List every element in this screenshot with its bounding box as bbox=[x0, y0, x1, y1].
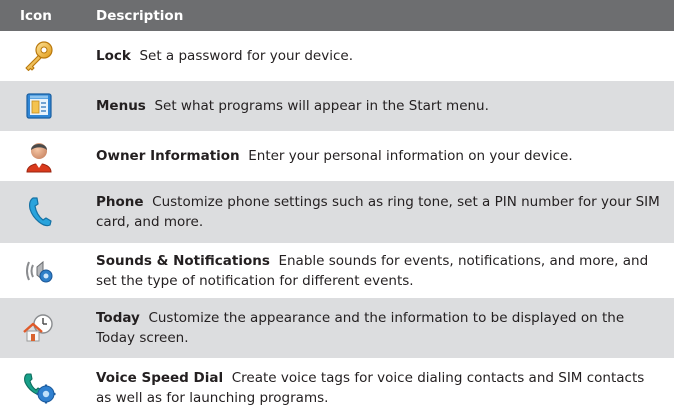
table-row: Lock Set a password for your device. bbox=[0, 31, 674, 81]
row-description: Today Customize the appearance and the i… bbox=[78, 308, 674, 348]
row-title: Today bbox=[96, 310, 140, 326]
speaker-icon bbox=[0, 256, 78, 286]
table-row: Today Customize the appearance and the i… bbox=[0, 298, 674, 358]
row-description: Sounds & Notifications Enable sounds for… bbox=[78, 251, 674, 291]
row-title: Sounds & Notifications bbox=[96, 252, 270, 269]
row-text: Set a password for your device. bbox=[139, 48, 353, 64]
home-clock-icon bbox=[0, 312, 78, 344]
table-row: Owner Information Enter your personal in… bbox=[0, 131, 674, 181]
key-icon bbox=[0, 39, 78, 73]
header-description-column: Description bbox=[96, 7, 184, 24]
row-title: Menus bbox=[96, 98, 146, 114]
row-description: Lock Set a password for your device. bbox=[78, 46, 674, 66]
row-text: Enter your personal information on your … bbox=[248, 148, 573, 164]
row-title: Phone bbox=[96, 194, 144, 210]
table-row: Menus Set what programs will appear in t… bbox=[0, 81, 674, 131]
voice-dial-icon bbox=[0, 372, 78, 404]
settings-table: Icon Description Lock Set a password for… bbox=[0, 0, 674, 418]
owner-icon bbox=[0, 139, 78, 173]
table-header: Icon Description bbox=[0, 0, 674, 31]
header-icon-column: Icon bbox=[20, 7, 52, 24]
row-title: Lock bbox=[96, 48, 131, 64]
menus-icon bbox=[0, 91, 78, 121]
row-text: Customize phone settings such as ring to… bbox=[96, 194, 660, 230]
row-description: Phone Customize phone settings such as r… bbox=[78, 192, 674, 232]
row-title: Voice Speed Dial bbox=[96, 370, 224, 386]
table-row: Voice Speed Dial Create voice tags for v… bbox=[0, 358, 674, 418]
row-title: Owner Information bbox=[96, 148, 240, 164]
table-row: Phone Customize phone settings such as r… bbox=[0, 181, 674, 243]
row-text: Set what programs will appear in the Sta… bbox=[154, 98, 489, 114]
row-description: Menus Set what programs will appear in t… bbox=[78, 96, 674, 116]
phone-icon bbox=[0, 195, 78, 229]
row-description: Voice Speed Dial Create voice tags for v… bbox=[78, 368, 674, 408]
row-description: Owner Information Enter your personal in… bbox=[78, 146, 674, 166]
table-row: Sounds & Notifications Enable sounds for… bbox=[0, 243, 674, 298]
row-text: Customize the appearance and the informa… bbox=[96, 310, 625, 346]
